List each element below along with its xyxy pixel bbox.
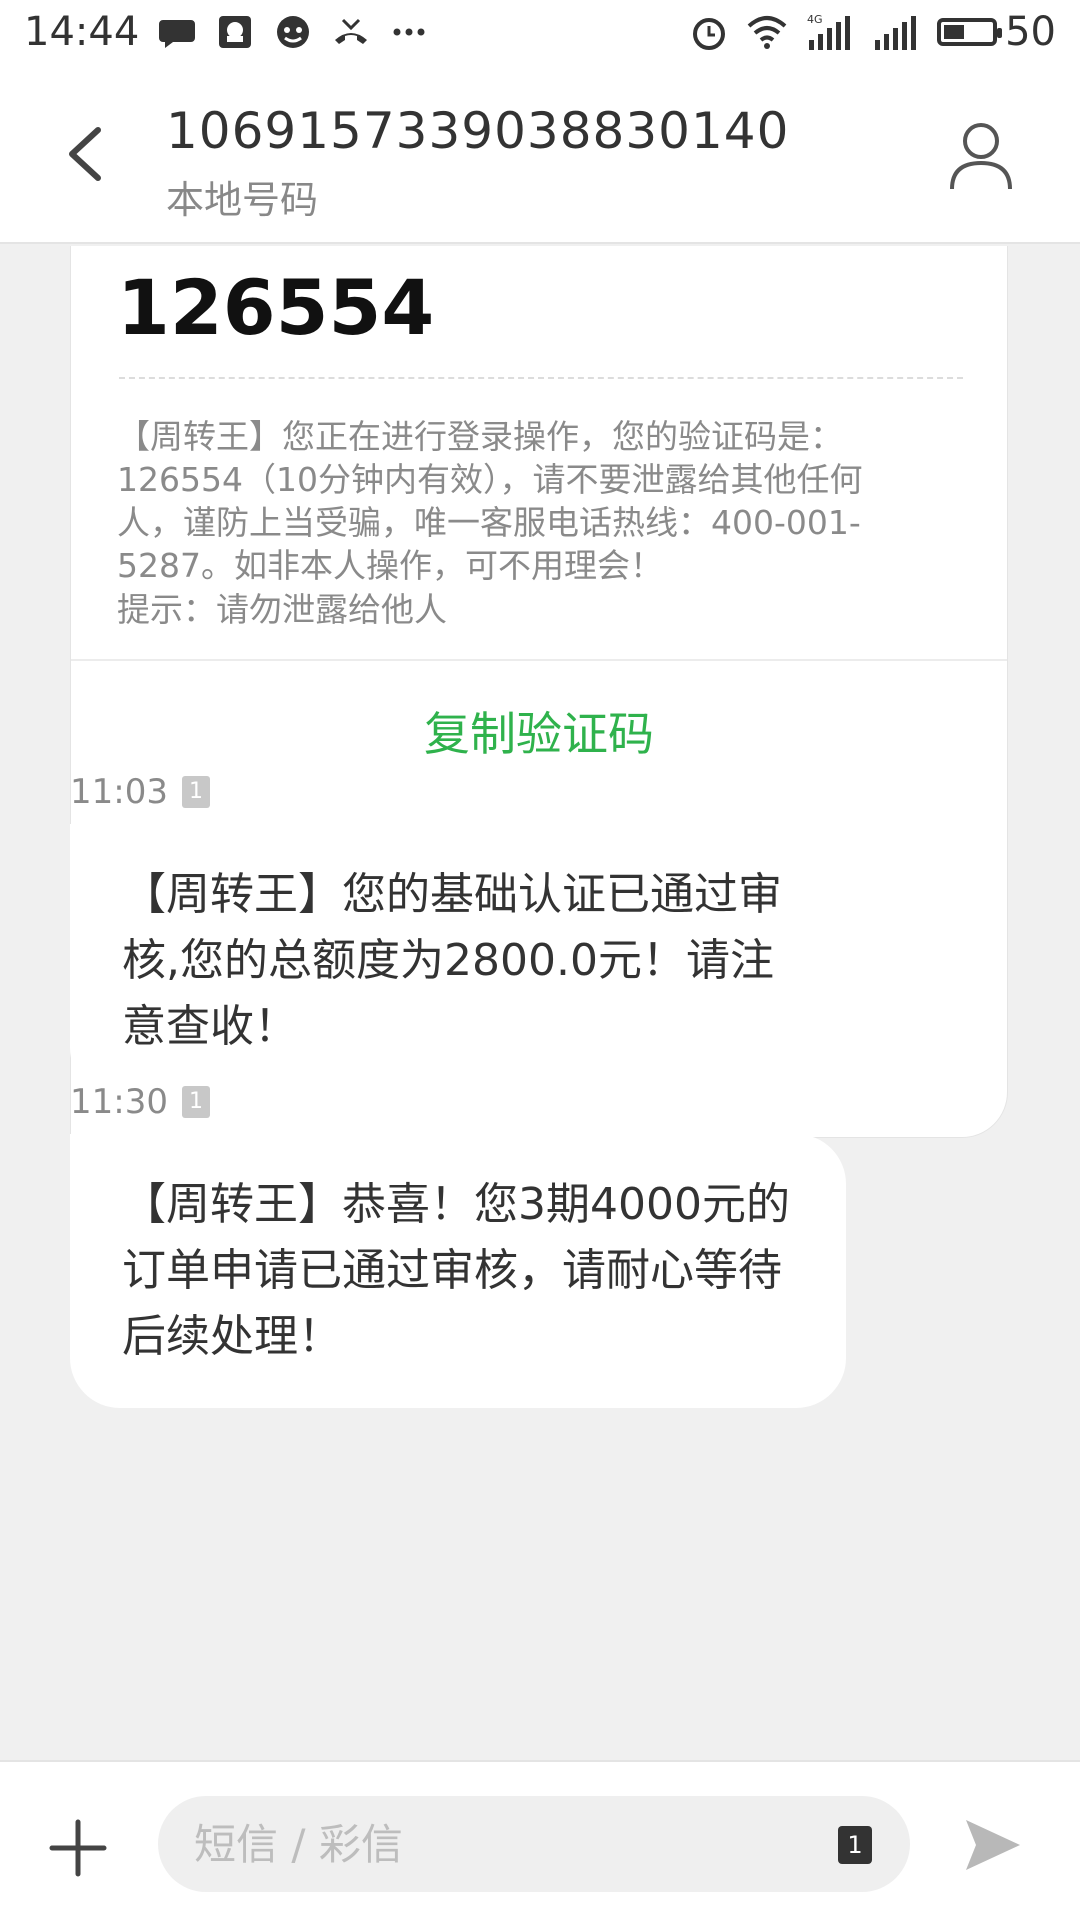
- timestamp-text: 11:30: [70, 1082, 168, 1122]
- signal-icon: [875, 16, 917, 50]
- card-divider: [119, 377, 963, 379]
- signal-4g-icon: 4G: [807, 13, 851, 50]
- message-list[interactable]: 126554 【周转王】您正在进行登录操作，您的验证码是：126554（10分钟…: [0, 246, 1080, 1760]
- plus-icon[interactable]: [48, 1818, 108, 1878]
- more-dots-icon: [393, 28, 425, 36]
- message-timestamp: 11:30 1: [70, 1082, 210, 1122]
- sim-icon: 1: [181, 1086, 210, 1118]
- wifi-icon: [747, 16, 787, 49]
- status-bar: 14:44 4G 50: [0, 0, 1080, 64]
- composer-bar: 1: [0, 1760, 1080, 1920]
- battery-indicator: 50: [937, 9, 1056, 55]
- sim-select-icon[interactable]: 1: [838, 1826, 872, 1864]
- qq-icon: [219, 16, 252, 48]
- contact-label: 本地号码: [166, 178, 319, 222]
- copy-code-button[interactable]: 复制验证码: [71, 661, 1007, 801]
- contact-person-icon[interactable]: [948, 119, 1014, 191]
- status-bar-right: 4G 50: [689, 9, 1056, 55]
- wechat-icon: [277, 16, 310, 48]
- status-bar-left: 14:44: [24, 9, 429, 55]
- send-icon[interactable]: [962, 1814, 1024, 1876]
- svg-text:4G: 4G: [807, 13, 823, 26]
- battery-icon: [937, 18, 1003, 46]
- message-timestamp: 11:03 1: [70, 772, 210, 812]
- message-bubble[interactable]: 【周转王】您的基础认证已通过审核,您的总额度为2800.0元！请注意查收！: [70, 824, 846, 1098]
- card-tip: 提示：请勿泄露给他人: [117, 590, 447, 629]
- contact-number: 1069157339038830140: [166, 102, 790, 160]
- verification-code: 126554: [117, 263, 435, 352]
- sim-icon: 1: [181, 776, 210, 808]
- alarm-icon: [693, 18, 726, 50]
- card-message-body: 【周转王】您正在进行登录操作，您的验证码是：126554（10分钟内有效），请不…: [117, 417, 863, 585]
- chat-bubble-icon: [159, 20, 196, 48]
- message-bubble[interactable]: 【周转王】恭喜！您3期4000元的订单申请已通过审核，请耐心等待后续处理！: [70, 1134, 846, 1408]
- battery-percent: 50: [1005, 9, 1056, 55]
- back-arrow-icon[interactable]: [62, 124, 108, 184]
- message-input[interactable]: [158, 1796, 910, 1892]
- status-time: 14:44: [24, 9, 140, 55]
- timestamp-text: 11:03: [70, 772, 168, 812]
- conversation-header: 1069157339038830140 本地号码: [0, 64, 1080, 244]
- missed-call-icon: [335, 18, 368, 44]
